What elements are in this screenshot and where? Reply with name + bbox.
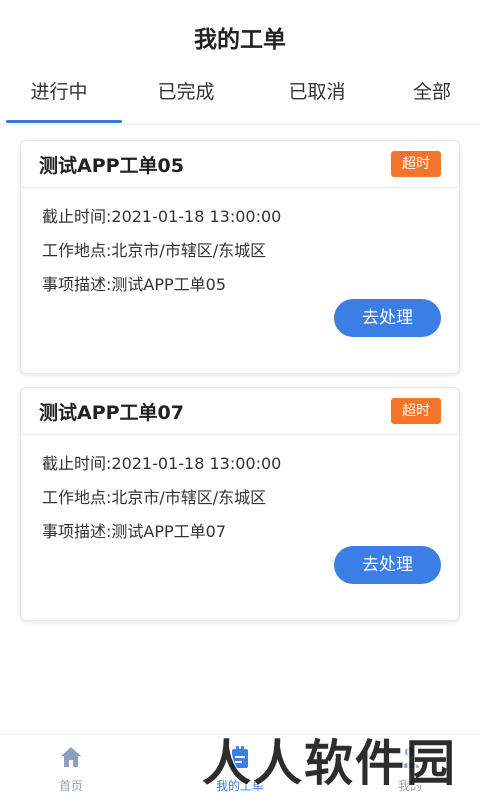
overdue-badge: 超时 [391, 398, 441, 424]
tab-all[interactable]: 全部 [388, 72, 476, 124]
location-field: 工作地点:北京市/市辖区/东城区 [42, 488, 267, 507]
tab-completed[interactable]: 已完成 [130, 72, 242, 124]
site-watermark: 人人软件园 [202, 735, 458, 792]
work-order-title: 测试APP工单05 [39, 155, 184, 177]
card-header: 测试APP工单07 超时 [21, 388, 459, 435]
active-tab-indicator [6, 120, 122, 123]
card-header: 测试APP工单05 超时 [21, 141, 459, 188]
process-button[interactable]: 去处理 [334, 546, 441, 584]
tab-in-progress[interactable]: 进行中 [0, 72, 118, 124]
tab-cancelled[interactable]: 已取消 [258, 72, 376, 124]
work-order-title: 测试APP工单07 [39, 402, 184, 424]
location-field: 工作地点:北京市/市辖区/东城区 [42, 241, 267, 260]
work-order-card[interactable]: 测试APP工单07 超时 截止时间:2021-01-18 13:00:00 工作… [20, 387, 460, 621]
deadline-field: 截止时间:2021-01-18 13:00:00 [42, 207, 282, 226]
page-title: 我的工单 [194, 27, 286, 53]
deadline-field: 截止时间:2021-01-18 13:00:00 [42, 454, 282, 473]
nav-item-home[interactable]: 首页 [26, 735, 116, 801]
app-header: 我的工单 [0, 0, 480, 72]
process-button[interactable]: 去处理 [334, 299, 441, 337]
description-field: 事项描述:测试APP工单07 [42, 522, 226, 541]
overdue-badge: 超时 [391, 151, 441, 177]
tab-bar: 进行中 已完成 已取消 全部 [0, 72, 480, 125]
nav-label: 首页 [58, 779, 83, 793]
description-field: 事项描述:测试APP工单05 [42, 275, 226, 294]
work-order-card[interactable]: 测试APP工单05 超时 截止时间:2021-01-18 13:00:00 工作… [20, 140, 460, 374]
home-icon [61, 747, 81, 767]
